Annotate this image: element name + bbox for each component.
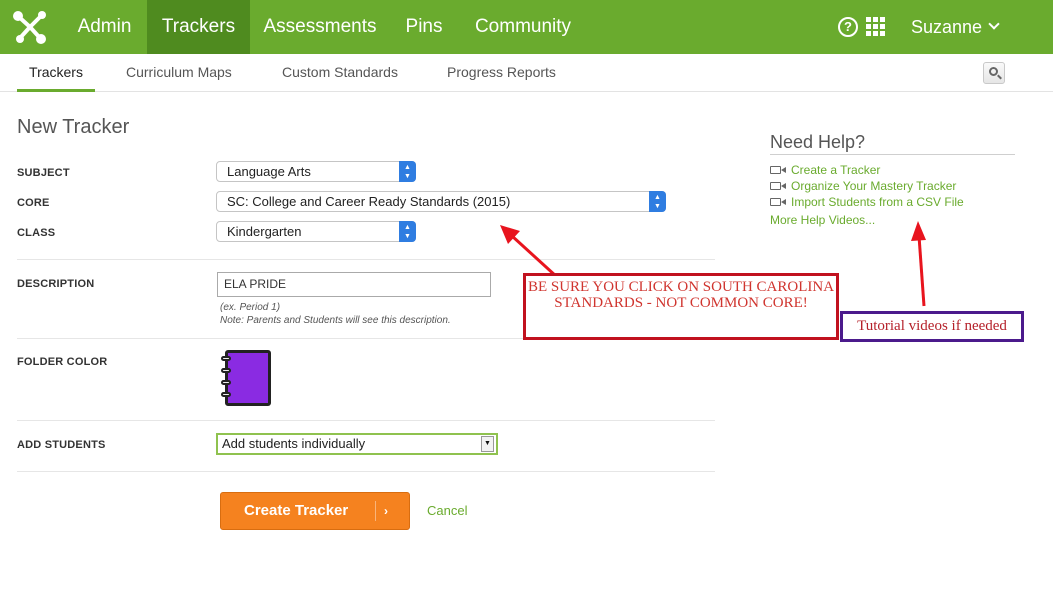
class-label: CLASS xyxy=(17,227,56,239)
nav-community[interactable]: Community xyxy=(458,0,588,54)
add-students-label: ADD STUDENTS xyxy=(17,439,106,451)
search-button[interactable] xyxy=(983,62,1005,84)
description-example-hint: (ex. Period 1) xyxy=(220,302,281,313)
subject-value: Language Arts xyxy=(227,164,311,179)
apps-grid-icon[interactable] xyxy=(866,17,886,37)
description-note-hint: Note: Parents and Students will see this… xyxy=(220,315,451,326)
top-navbar: Admin Trackers Assessments Pins Communit… xyxy=(0,0,1053,54)
subject-label: SUBJECT xyxy=(17,167,70,179)
app-logo-icon[interactable] xyxy=(12,10,48,44)
divider xyxy=(17,420,715,421)
help-link-create-tracker[interactable]: Create a Tracker xyxy=(770,163,880,177)
nav-admin[interactable]: Admin xyxy=(62,0,147,54)
page-title: New Tracker xyxy=(17,116,130,138)
video-camera-icon xyxy=(770,181,786,191)
nav-assessments[interactable]: Assessments xyxy=(250,0,390,54)
sub-navbar: Trackers Curriculum Maps Custom Standard… xyxy=(0,54,1053,92)
create-tracker-label: Create Tracker xyxy=(244,502,349,519)
video-camera-icon xyxy=(770,197,786,207)
nav-trackers[interactable]: Trackers xyxy=(147,0,250,54)
dropdown-arrow-icon: ▼ xyxy=(481,436,494,452)
video-camera-icon xyxy=(770,165,786,175)
divider xyxy=(770,154,1015,155)
select-arrows-icon: ▲ ▼ xyxy=(399,161,416,182)
core-select[interactable]: SC: College and Career Ready Standards (… xyxy=(216,191,666,212)
create-tracker-button[interactable]: Create Tracker › xyxy=(220,492,410,530)
folder-color-label: FOLDER COLOR xyxy=(17,356,108,368)
chevron-right-icon: › xyxy=(384,504,388,518)
class-value: Kindergarten xyxy=(227,224,302,239)
subnav-custom-standards[interactable]: Custom Standards xyxy=(282,54,398,92)
description-label: DESCRIPTION xyxy=(17,278,95,290)
user-menu[interactable]: Suzanne xyxy=(911,0,982,54)
folder-icon xyxy=(225,350,271,406)
help-link-import-students[interactable]: Import Students from a CSV File xyxy=(770,195,964,209)
help-title: Need Help? xyxy=(770,132,866,152)
help-link-organize-tracker[interactable]: Organize Your Mastery Tracker xyxy=(770,179,956,193)
folder-color-picker[interactable] xyxy=(221,348,273,408)
core-label: CORE xyxy=(17,197,50,209)
divider xyxy=(17,259,715,260)
tutorial-note-annotation: Tutorial videos if needed xyxy=(840,311,1024,342)
subject-select[interactable]: Language Arts ▲ ▼ xyxy=(216,161,416,182)
subnav-trackers[interactable]: Trackers xyxy=(17,54,95,92)
cancel-link[interactable]: Cancel xyxy=(427,503,467,518)
core-warning-annotation: BE SURE YOU CLICK ON SOUTH CAROLINA STAN… xyxy=(523,273,839,340)
nav-pins[interactable]: Pins xyxy=(390,0,458,54)
divider xyxy=(17,471,715,472)
add-students-value: Add students individually xyxy=(222,436,366,451)
add-students-select[interactable]: Add students individually ▼ xyxy=(216,433,498,455)
subnav-progress-reports[interactable]: Progress Reports xyxy=(447,54,556,92)
select-arrows-icon: ▲ ▼ xyxy=(649,191,666,212)
subnav-curriculum-maps[interactable]: Curriculum Maps xyxy=(126,54,232,92)
description-input[interactable]: ELA PRIDE xyxy=(217,272,491,297)
chevron-down-icon[interactable] xyxy=(988,18,1000,30)
core-value: SC: College and Career Ready Standards (… xyxy=(227,194,511,209)
help-icon[interactable]: ? xyxy=(838,17,858,37)
class-select[interactable]: Kindergarten ▲ ▼ xyxy=(216,221,416,242)
select-arrows-icon: ▲ ▼ xyxy=(399,221,416,242)
more-help-videos-link[interactable]: More Help Videos... xyxy=(770,213,875,227)
